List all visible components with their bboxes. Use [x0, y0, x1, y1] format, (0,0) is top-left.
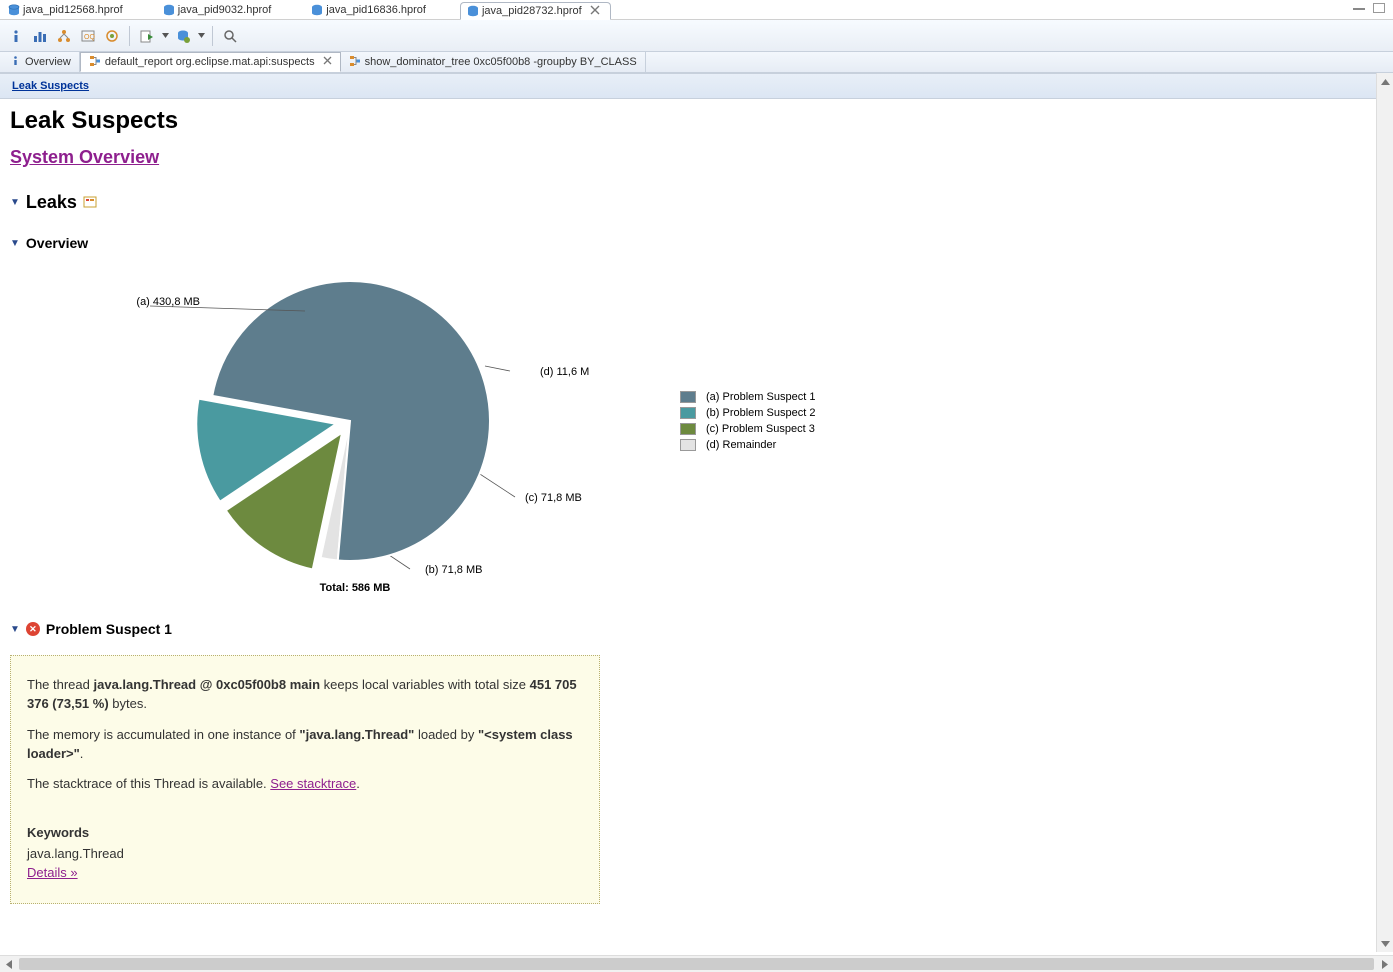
scroll-thumb[interactable] — [19, 958, 1374, 970]
details-link[interactable]: Details » — [27, 865, 78, 880]
report-content: Leak Suspects Leak Suspects System Overv… — [0, 73, 1376, 955]
database-icon — [8, 4, 20, 16]
database-icon — [467, 5, 479, 17]
breadcrumb-link[interactable]: Leak Suspects — [12, 80, 89, 92]
legend-swatch — [680, 439, 696, 451]
sub-tab-suspects[interactable]: default_report org.eclipse.mat.api:suspe… — [80, 52, 341, 72]
problem-text: The thread — [27, 677, 94, 692]
chart-legend: (a) Problem Suspect 1 (b) Problem Suspect… — [680, 391, 815, 455]
file-tab[interactable]: java_pid9032.hprof — [157, 1, 282, 19]
dropdown-icon[interactable] — [161, 33, 169, 38]
legend-swatch — [680, 423, 696, 435]
breadcrumb: Leak Suspects — [0, 73, 1376, 99]
toolbar-separator — [129, 26, 130, 46]
window-controls — [1353, 3, 1385, 13]
pie-slice-label: (b) 71,8 MB — [425, 564, 482, 576]
file-tab-label: java_pid9032.hprof — [178, 4, 272, 16]
toolbar: OQL — [0, 20, 1393, 52]
keywords-value: java.lang.Thread — [27, 845, 583, 864]
section-header: Problem Suspect 1 — [46, 621, 172, 637]
file-tab-active[interactable]: java_pid28732.hprof — [460, 2, 611, 20]
legend-label: (c) Problem Suspect 3 — [706, 423, 815, 435]
sub-tab-bar: Overview default_report org.eclipse.mat.… — [0, 52, 1393, 73]
horizontal-scrollbar[interactable] — [0, 955, 1393, 972]
section-header: Overview — [26, 235, 88, 251]
oql-button[interactable]: OQL — [78, 25, 98, 47]
pie-slice-label: (a) 430,8 MB — [136, 296, 200, 308]
svg-text:OQL: OQL — [84, 34, 95, 41]
problem-suspect-box: The thread java.lang.Thread @ 0xc05f00b8… — [10, 655, 600, 904]
sub-tab-overview[interactable]: Overview — [2, 52, 80, 72]
file-tab[interactable]: java_pid16836.hprof — [305, 1, 436, 19]
maximize-icon[interactable] — [1373, 3, 1385, 13]
sub-tab-dominator[interactable]: show_dominator_tree 0xc05f00b8 -groupby … — [341, 52, 646, 72]
vertical-scrollbar[interactable] — [1376, 73, 1393, 952]
section-header: Leaks — [26, 192, 77, 213]
system-overview-link[interactable]: System Overview — [10, 147, 159, 167]
histogram-button[interactable] — [30, 25, 50, 47]
file-tab-bar: java_pid12568.hprof java_pid9032.hprof j… — [0, 0, 1393, 20]
collapse-icon[interactable]: ▼ — [10, 197, 20, 208]
search-button[interactable] — [220, 25, 240, 47]
file-tab-label: java_pid28732.hprof — [482, 5, 582, 17]
info-icon — [10, 55, 21, 69]
problem-text: bytes. — [109, 696, 147, 711]
legend-label: (b) Problem Suspect 2 — [706, 407, 815, 419]
legend-item: (b) Problem Suspect 2 — [680, 407, 815, 419]
legend-item: (c) Problem Suspect 3 — [680, 423, 815, 435]
info-button[interactable] — [6, 25, 26, 47]
close-icon[interactable] — [323, 56, 332, 68]
pie-slice-label: (d) 11,6 MB — [540, 366, 590, 378]
legend-label: (a) Problem Suspect 1 — [706, 391, 815, 403]
file-tab[interactable]: java_pid12568.hprof — [2, 1, 133, 19]
tree-icon — [349, 55, 361, 70]
problem-text: The memory is accumulated in one instanc… — [27, 727, 299, 742]
query-browser-button[interactable] — [173, 25, 193, 47]
sub-tab-label: Overview — [25, 56, 71, 68]
problem-text: . — [80, 746, 84, 761]
problem-class: "java.lang.Thread" — [299, 727, 414, 742]
legend-swatch — [680, 407, 696, 419]
toolbar-separator — [212, 26, 213, 46]
scroll-down-icon[interactable] — [1377, 935, 1393, 952]
legend-item: (d) Remainder — [680, 439, 815, 451]
file-tab-label: java_pid12568.hprof — [23, 4, 123, 16]
sub-tab-label: default_report org.eclipse.mat.api:suspe… — [105, 56, 315, 68]
legend-swatch — [680, 391, 696, 403]
page-title: Leak Suspects — [10, 107, 1366, 135]
collapse-icon[interactable]: ▼ — [10, 624, 20, 635]
keywords-header: Keywords — [27, 825, 89, 840]
stacktrace-link[interactable]: See stacktrace — [270, 776, 356, 791]
collapse-icon[interactable]: ▼ — [10, 238, 20, 249]
dropdown-icon[interactable] — [197, 33, 205, 38]
error-icon: ✕ — [26, 622, 40, 636]
scroll-up-icon[interactable] — [1377, 73, 1393, 90]
problem-text: keeps local variables with total size — [320, 677, 530, 692]
problem-text: loaded by — [414, 727, 478, 742]
run-report-button[interactable] — [137, 25, 157, 47]
close-icon[interactable] — [590, 5, 600, 18]
file-tab-label: java_pid16836.hprof — [326, 4, 426, 16]
problem-text: . — [356, 776, 360, 791]
pie-slice-label: (c) 71,8 MB — [525, 492, 582, 504]
database-icon — [311, 4, 323, 16]
pie-chart: (d) 11,6 MB (c) 71,8 MB (b) 71,8 MB (a) 430… — [10, 261, 590, 601]
legend-item: (a) Problem Suspect 1 — [680, 391, 815, 403]
legend-label: (d) Remainder — [706, 439, 776, 451]
pie-chart-container: (d) 11,6 MB (c) 71,8 MB (b) 71,8 MB (a) 430… — [10, 261, 1366, 601]
minimize-icon[interactable] — [1353, 3, 1365, 10]
dominator-tree-button[interactable] — [54, 25, 74, 47]
sub-tab-label: show_dominator_tree 0xc05f00b8 -groupby … — [365, 56, 637, 68]
scroll-left-icon[interactable] — [0, 956, 17, 972]
flag-icon — [83, 196, 97, 210]
problem-thread: java.lang.Thread @ 0xc05f00b8 main — [94, 677, 321, 692]
problem-text: The stacktrace of this Thread is availab… — [27, 776, 270, 791]
scroll-right-icon[interactable] — [1376, 956, 1393, 972]
database-icon — [163, 4, 175, 16]
tree-icon — [89, 55, 101, 70]
thread-button[interactable] — [102, 25, 122, 47]
chart-total: Total: 586 MB — [320, 582, 391, 594]
